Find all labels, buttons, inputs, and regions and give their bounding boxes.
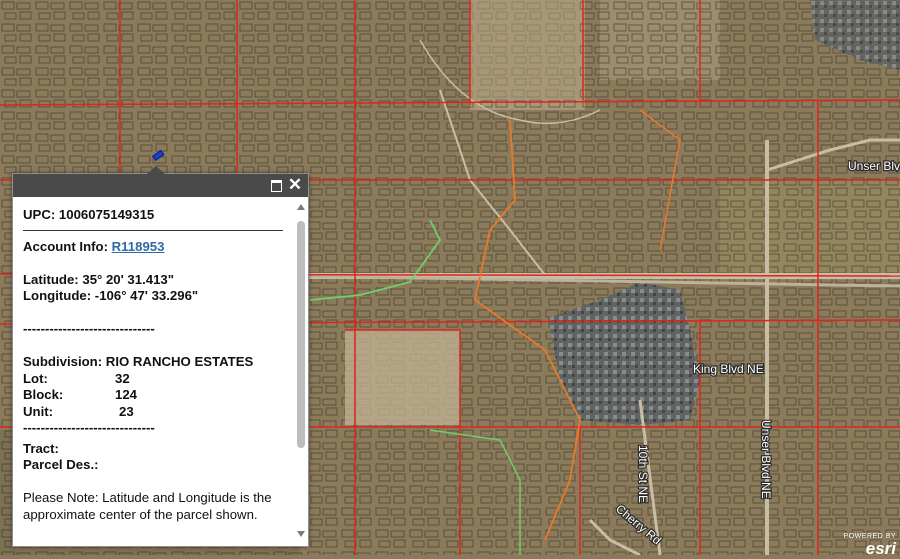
esri-attribution[interactable]: POWERED BY esri: [832, 533, 896, 558]
esri-logo-text: esri: [865, 539, 896, 558]
separator-2: ------------------------------: [23, 420, 155, 435]
longitude-value: -106° 47' 33.296": [94, 288, 199, 303]
unit-row: Unit: 23: [23, 404, 295, 421]
lot-value: 32: [115, 370, 130, 386]
upc-value: 1006075149315: [58, 207, 155, 222]
subdivision-row: Subdivision: RIO RANCHO ESTATES: [23, 354, 295, 371]
longitude-label: Longitude:: [23, 288, 92, 303]
upc-row: UPC: 1006075149315: [23, 207, 295, 224]
scroll-up-icon[interactable]: [297, 204, 305, 210]
account-row: Account Info: R118953: [23, 239, 295, 256]
scroll-down-icon[interactable]: [297, 531, 305, 537]
longitude-row: Longitude: -106° 47' 33.296": [23, 288, 295, 305]
subdivision-value: RIO RANCHO ESTATES: [105, 354, 254, 369]
maximize-icon[interactable]: [268, 177, 284, 193]
popup-scrollbar[interactable]: [296, 201, 306, 541]
popup-content: UPC: 1006075149315 Account Info: R118953…: [23, 207, 295, 540]
latitude-label: Latitude:: [23, 271, 79, 287]
parcel-des-label: Parcel Des.:: [23, 457, 99, 472]
separator-1: ------------------------------: [23, 321, 155, 336]
popup-pointer: [147, 166, 165, 174]
block-label: Block:: [23, 387, 64, 402]
road-label-unser-blvd: Unser Blvd: [848, 159, 900, 173]
popup-titlebar: ✕: [13, 174, 308, 197]
scroll-thumb[interactable]: [297, 221, 305, 448]
block-row: Block: 124: [23, 387, 295, 404]
unit-value: 23: [119, 403, 134, 419]
upc-label: UPC:: [23, 207, 56, 222]
close-icon[interactable]: ✕: [287, 176, 303, 193]
account-link[interactable]: R118953: [112, 239, 165, 254]
unit-label: Unit:: [23, 403, 54, 419]
lot-row: Lot: 32: [23, 371, 295, 388]
lot-label: Lot:: [23, 370, 48, 386]
subdivision-label: Subdivision:: [23, 354, 103, 369]
tract-row: Tract:: [23, 441, 295, 458]
tract-label: Tract:: [23, 440, 59, 456]
road-label-unser-blvd-ne: Unser Blvd NE: [759, 420, 773, 499]
block-value: 124: [115, 387, 138, 402]
divider-line: [23, 229, 283, 231]
parcel-info-popup: ✕ UPC: 1006075149315 Account Info: R1189…: [12, 166, 309, 547]
latitude-row: Latitude: 35° 20' 31.413": [23, 272, 295, 289]
coordinate-note: Please Note: Latitude and Longitude is t…: [23, 490, 272, 522]
road-label-10th-st-ne: 10th St NE: [636, 445, 650, 503]
account-label: Account Info:: [23, 238, 108, 254]
road-label-king-blvd-ne: King Blvd NE: [693, 362, 764, 376]
parcel-des-row: Parcel Des.:: [23, 457, 295, 474]
latitude-value: 35° 20' 31.413": [82, 271, 175, 287]
